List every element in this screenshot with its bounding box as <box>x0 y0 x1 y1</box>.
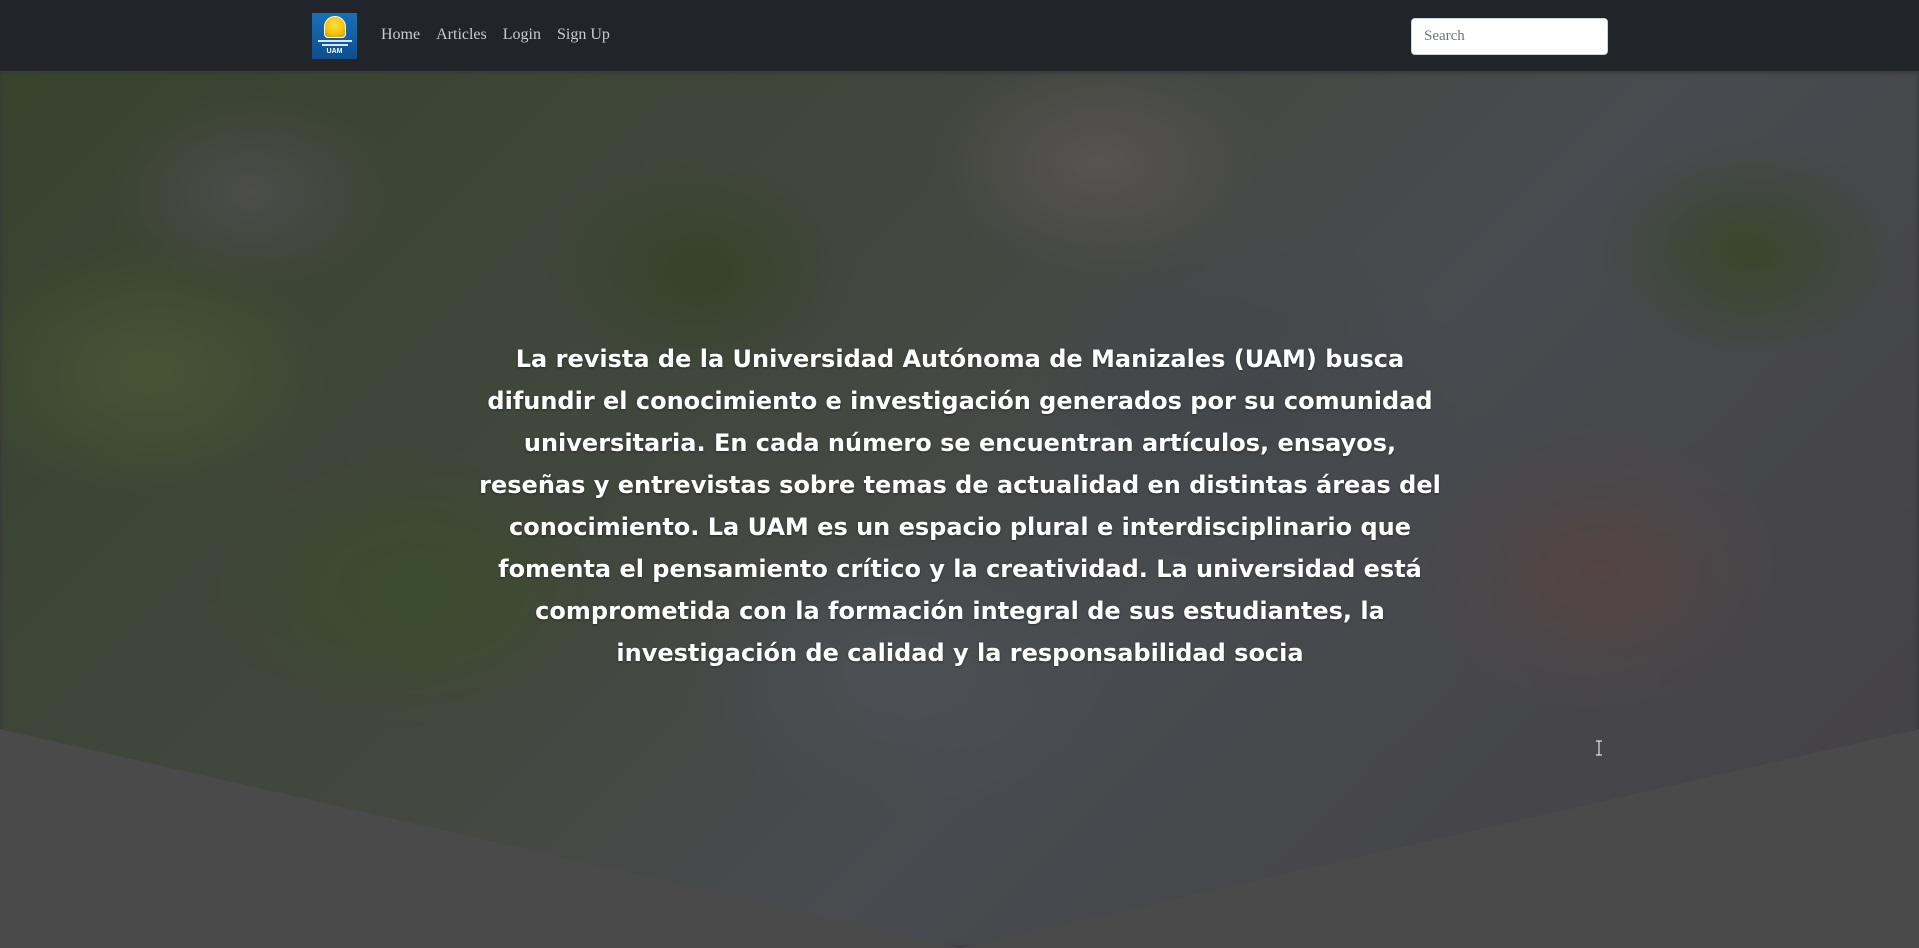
nav-link-sign-up[interactable]: Sign Up <box>557 26 610 44</box>
nav-links: Home Articles Login Sign Up <box>381 26 610 44</box>
chevron-shape <box>0 729 1919 948</box>
hero-description: La revista de la Universidad Autónoma de… <box>479 345 1441 667</box>
nav-link-home[interactable]: Home <box>381 26 420 44</box>
search-input[interactable] <box>1411 18 1608 55</box>
uam-logo[interactable]: UAM <box>312 13 357 59</box>
logo-divider <box>317 40 352 42</box>
logo-divider <box>321 44 348 46</box>
shield-emblem-icon <box>323 16 346 38</box>
hero-section: La revista de la Universidad Autónoma de… <box>0 72 1919 948</box>
nav-link-login[interactable]: Login <box>503 26 541 44</box>
navbar: UAM Home Articles Login Sign Up <box>0 0 1919 72</box>
nav-link-articles[interactable]: Articles <box>436 26 487 44</box>
text-cursor-icon <box>1596 740 1602 756</box>
logo-text: UAM <box>326 48 343 55</box>
